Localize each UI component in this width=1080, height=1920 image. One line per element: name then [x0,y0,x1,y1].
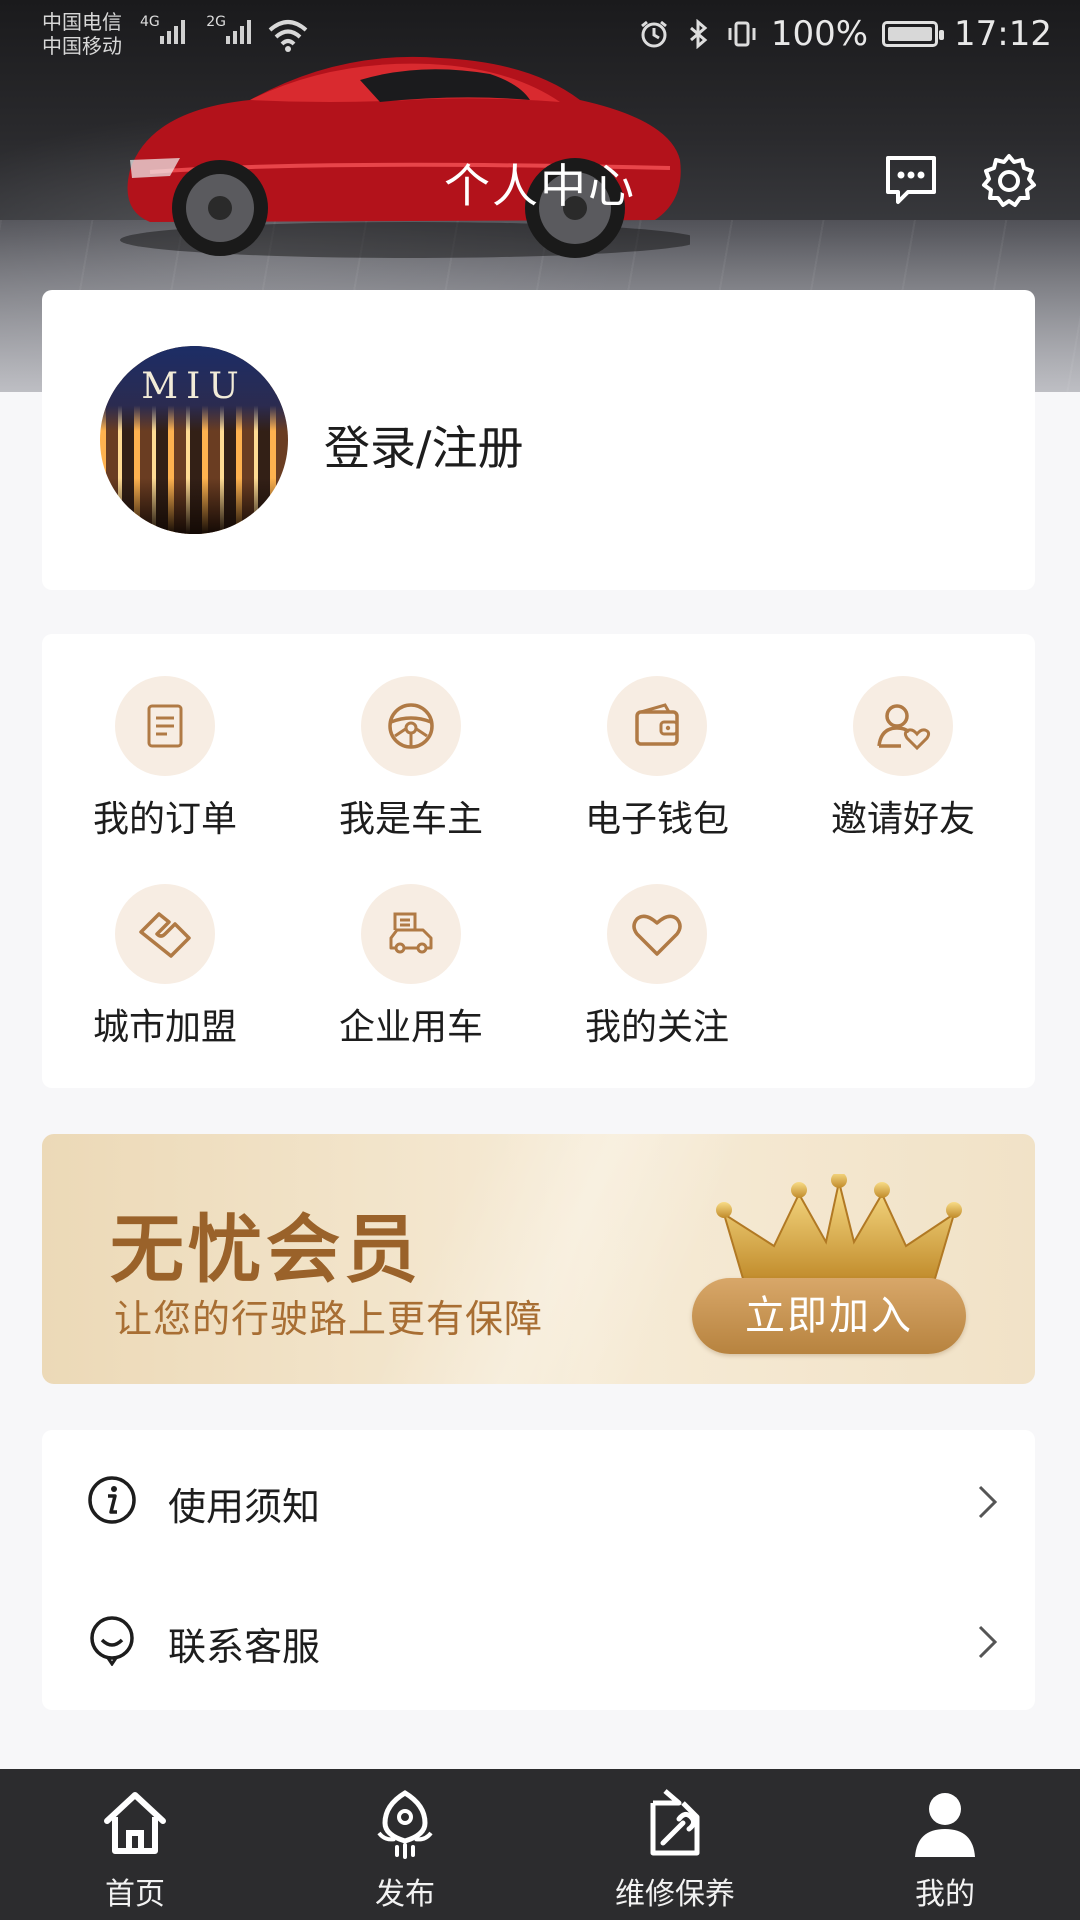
repair-icon [650,1789,700,1856]
menu-label: 企业用车 [338,1007,483,1048]
carrier-1: 中国电信 [42,10,122,34]
wifi-icon [268,20,308,52]
service-menu: 我的订单 我是车主 电子钱包 邀请好友 城市加盟 企业用车 我的关注 [42,634,1035,1088]
user-icon [915,1793,975,1857]
order-icon [147,704,183,748]
status-right: 100% 17:12 [639,14,1052,54]
list-item-customer-service[interactable]: 联系客服 [42,1570,1035,1710]
vibrate-icon [728,21,756,47]
menu-label: 电子钱包 [584,799,729,840]
settings-list: 使用须知 联系客服 [42,1430,1035,1710]
info-icon [88,1476,136,1524]
member-subtitle: 让您的行驶路上更有保障 [114,1297,544,1341]
avatar-text: MIU [141,366,247,407]
handshake-icon [139,912,191,958]
home-icon [104,1792,166,1854]
menu-item-my-follows[interactable]: 我的关注 [534,842,780,1048]
nav-label: 我的 [915,1877,975,1912]
menu-label: 我的关注 [584,1007,729,1048]
invite-friend-icon [877,704,931,751]
login-register-link[interactable]: 登录/注册 [324,412,524,478]
bluetooth-icon [689,19,708,49]
battery-icon [882,21,945,47]
settings-gear-icon[interactable] [980,152,1038,210]
menu-label: 我是车主 [338,799,483,840]
nav-tab-repair[interactable]: 维修保养 [540,1769,810,1920]
heart-icon [632,914,682,956]
status-bar: 中国电信 中国移动 4G 2G 100% 17:12 [0,0,1080,72]
menu-item-car-owner[interactable]: 我是车主 [288,634,534,840]
publish-icon [377,1790,433,1859]
chevron-right-icon [978,1625,998,1659]
carrier-2: 中国移动 [42,34,122,58]
row-label: 使用须知 [168,1485,321,1529]
steering-wheel-icon [388,703,434,749]
nav-label: 维修保养 [615,1877,735,1912]
menu-label: 我的订单 [92,799,237,840]
signal-2-icon [226,20,254,44]
member-title: 无忧会员 [110,1207,422,1293]
nav-tab-mine[interactable]: 我的 [810,1769,1080,1920]
row-label: 联系客服 [168,1625,321,1669]
network-type-1: 4G [140,14,160,30]
wallet-icon [635,703,679,746]
clock: 17:12 [954,14,1052,54]
menu-item-city-franchise[interactable]: 城市加盟 [42,842,288,1048]
profile-card[interactable]: MIU 登录/注册 [42,290,1035,590]
menu-item-my-orders[interactable]: 我的订单 [42,634,288,840]
bottom-navigation: 首页 发布 维修保养 我的 [0,1769,1080,1920]
nav-tab-home[interactable]: 首页 [0,1769,270,1920]
menu-item-wallet[interactable]: 电子钱包 [534,634,780,840]
chevron-right-icon [978,1485,998,1519]
menu-label: 城市加盟 [92,1007,237,1048]
message-icon[interactable] [882,152,940,210]
menu-label: 邀请好友 [830,799,975,840]
customer-service-icon [90,1616,134,1666]
enterprise-car-icon [389,912,433,954]
join-now-button[interactable]: 立即加入 [692,1278,966,1354]
avatar[interactable]: MIU [100,346,288,534]
member-banner[interactable]: 无忧会员 让您的行驶路上更有保障 立即加入 [42,1134,1035,1384]
crown-icon [716,1174,962,1283]
menu-item-enterprise-car[interactable]: 企业用车 [288,842,534,1048]
list-item-usage-notice[interactable]: 使用须知 [42,1430,1035,1570]
nav-label: 发布 [375,1877,435,1912]
battery-percent: 100% [770,14,869,54]
network-type-2: 2G [206,14,226,30]
nav-label: 首页 [105,1877,165,1912]
nav-tab-publish[interactable]: 发布 [270,1769,540,1920]
alarm-icon [640,20,667,48]
menu-item-invite-friends[interactable]: 邀请好友 [780,634,1026,840]
carrier-labels: 中国电信 中国移动 [42,10,122,58]
signal-1-icon [160,20,188,44]
